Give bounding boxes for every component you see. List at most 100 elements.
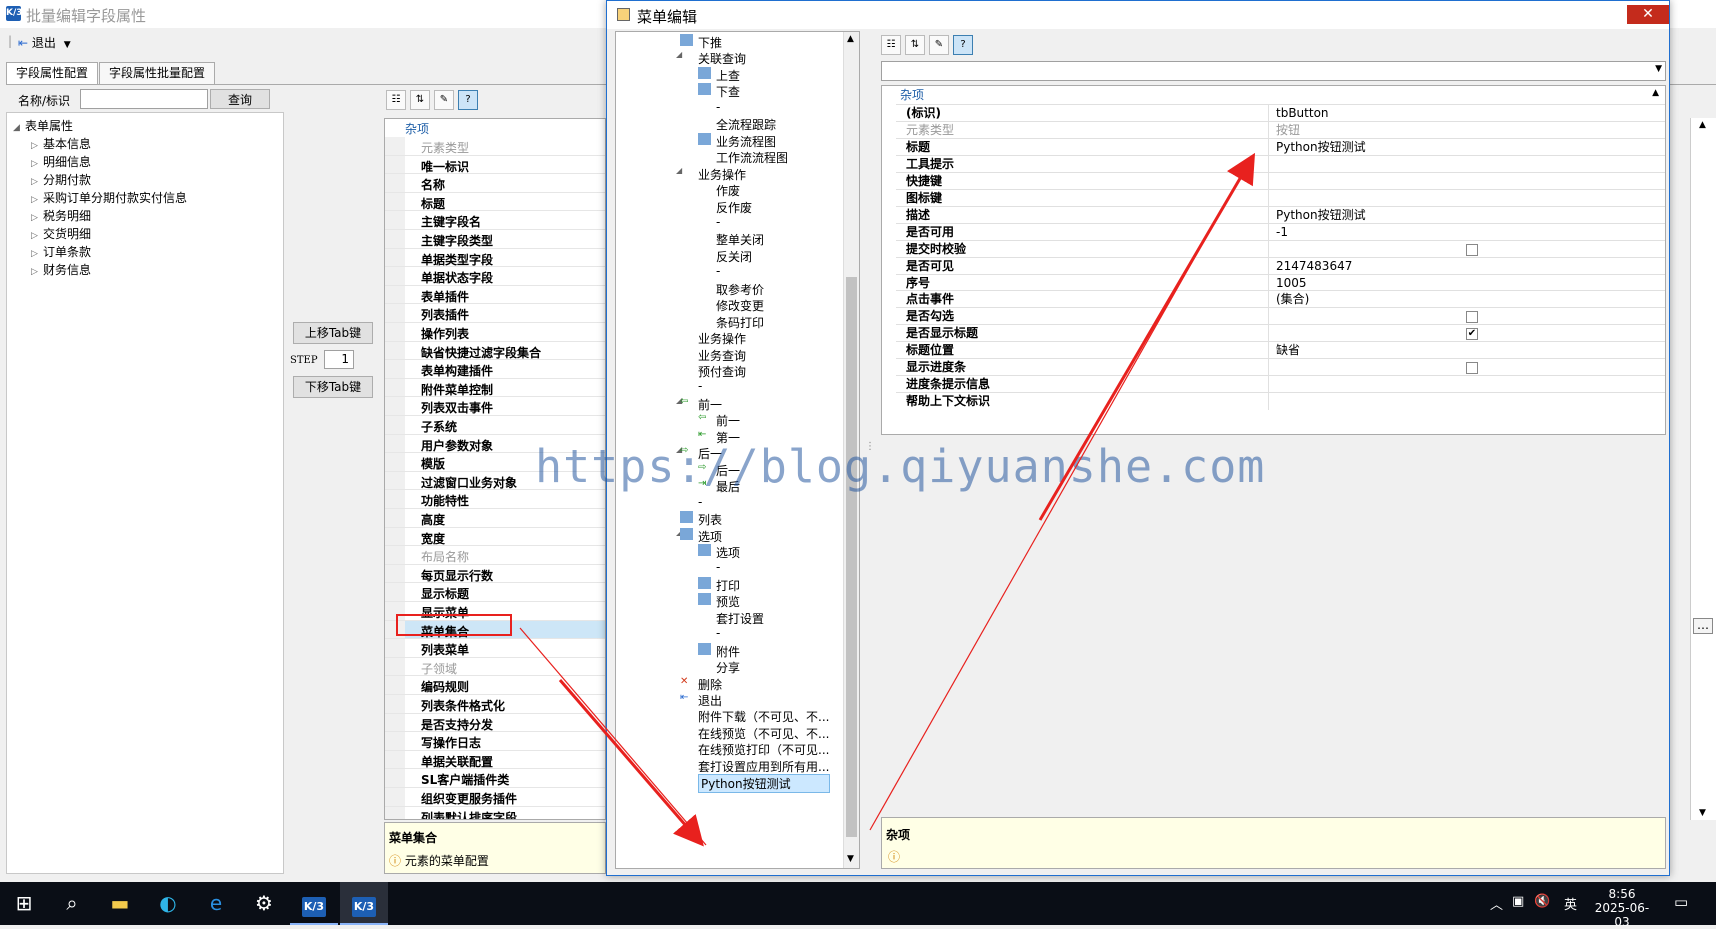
button-property-row[interactable]: 是否可见 2147483647 [896,256,1665,275]
menu-tree-item[interactable]: 整单关闭 [716,231,764,248]
tree-node[interactable]: ▷ 明细信息 [31,153,91,170]
button-property-value[interactable]: Python按钮测试 [1270,139,1665,156]
scroll-down-icon[interactable]: ▼ [847,854,854,864]
menu-tree-item[interactable]: 作废 [716,182,740,199]
k3-app-icon-active[interactable]: K/3 [340,882,388,925]
checkbox-checked[interactable]: ✔ [1466,328,1478,341]
menu-tree-item[interactable]: ⇤ 退出 [680,692,722,709]
button-property-value[interactable]: 按钮 [1270,122,1665,139]
button-property-row[interactable]: 描述 Python按钮测试 [896,205,1665,224]
menu-tree-item[interactable]: 在线预览打印（不可见... [698,741,829,758]
button-property-value[interactable] [1270,173,1665,190]
checkbox[interactable] [1466,243,1478,256]
button-property-row[interactable]: 显示进度条 [896,358,1665,377]
button-property-row[interactable]: 是否显示标题 ✔ [896,324,1665,343]
menu-tree-item[interactable]: - [698,495,702,509]
property-row[interactable]: 主键字段类型 [385,230,605,249]
notification-icon[interactable]: ▭ [1674,893,1688,911]
property-row[interactable]: 子领域 [385,657,605,677]
tree-node[interactable]: ▷ 财务信息 [31,261,91,278]
move-up-button[interactable]: 上移Tab键 [293,322,373,344]
button-property-value[interactable] [1270,308,1665,325]
step-input[interactable]: 1 [324,350,354,369]
expand-icon[interactable]: ◢ [676,166,682,175]
categorized-icon[interactable]: ☷ [881,35,901,55]
move-down-button[interactable]: 下移Tab键 [293,376,373,398]
button-property-row[interactable]: 进度条提示信息 [896,375,1665,394]
property-row[interactable]: 是否支持分发 [385,713,605,733]
tree-node[interactable]: ▷ 交货明细 [31,225,91,242]
menu-tree-item[interactable]: - [716,215,720,229]
button-property-row[interactable]: 帮助上下文标识 [896,392,1665,411]
property-row[interactable]: 高度 [385,509,605,528]
button-property-value[interactable]: -1 [1270,224,1665,241]
close-button[interactable]: ✕ [1627,5,1669,24]
sort-alpha-icon[interactable]: ⇅ [410,90,430,110]
help-icon[interactable]: ? [458,90,478,110]
tab-batch-config[interactable]: 字段属性批量配置 [99,62,216,84]
expand-icon[interactable]: ◢ [13,123,25,133]
property-row[interactable]: 列表菜单 [385,639,605,658]
help-icon[interactable]: ? [953,35,973,55]
button-property-value[interactable] [1270,359,1665,376]
property-row[interactable]: 表单构建插件 [385,360,605,379]
expand-arrow-icon[interactable]: ▷ [31,177,43,187]
menu-tree-item[interactable]: 附件 [698,642,740,660]
menu-tree-item[interactable]: 取参考价 [716,281,764,298]
checkbox[interactable] [1466,311,1478,324]
property-pages-icon[interactable]: ✎ [929,35,949,55]
clock[interactable]: 8:56 2025-06-03 [1590,887,1654,929]
exit-button[interactable]: ⇤ 退出 ▼ [18,34,71,51]
file-explorer-icon[interactable]: ▬ [96,882,144,925]
property-row[interactable]: 写操作日志 [385,732,605,751]
tree-root[interactable]: ◢ 表单属性 [13,117,73,134]
button-property-row[interactable]: 点击事件 (集合) [896,290,1665,309]
property-row[interactable]: 每页显示行数 [385,564,605,584]
menu-tree-item[interactable]: 上查 [698,66,740,84]
menu-tree-item[interactable]: - [698,379,702,393]
tree-node[interactable]: ▷ 基本信息 [31,135,91,152]
object-selector[interactable]: ▼ [881,61,1666,81]
property-row[interactable]: 显示标题 [385,583,605,602]
property-row[interactable]: 子系统 [385,416,605,435]
property-row[interactable]: 列表插件 [385,304,605,323]
edge-icon[interactable]: ◐ [144,882,192,925]
button-property-value[interactable]: 1005 [1270,275,1665,292]
property-row[interactable]: 附件菜单控制 [385,378,605,398]
button-property-value[interactable]: tbButton [1270,105,1665,122]
menu-tree-item[interactable]: 套打设置应用到所有用... [698,758,829,775]
menu-tree-item[interactable]: - [716,560,720,574]
property-row[interactable]: 列表双击事件 [385,397,605,416]
menu-tree-item[interactable]: ◢ 业务操作 [676,166,746,183]
button-property-row[interactable]: 元素类型 按钮 [896,120,1665,140]
ellipsis-button[interactable]: … [1693,618,1713,634]
menu-tree-item[interactable]: 全流程跟踪 [716,116,776,133]
menu-tree-item[interactable]: 打印 [698,576,740,594]
property-row[interactable]: 宽度 [385,527,605,547]
tray-chevron-icon[interactable]: ︿ [1490,894,1503,913]
network-icon[interactable]: ▣ [1512,894,1524,909]
button-property-value[interactable]: ✔ [1270,325,1665,342]
button-property-value[interactable] [1270,393,1665,410]
search-icon[interactable]: ⌕ [48,882,96,925]
menu-tree-item[interactable]: ✕ 删除 [680,676,722,693]
menu-tree-item[interactable]: 业务操作 [698,330,746,347]
ime-indicator[interactable]: 英 [1564,894,1577,913]
expand-arrow-icon[interactable]: ▷ [31,249,43,259]
property-row[interactable]: 元素类型 [385,137,605,156]
property-row[interactable]: 操作列表 [385,323,605,342]
windows-start-icon[interactable]: ⊞ [0,882,48,925]
menu-tree-item[interactable]: 列表 [680,511,722,528]
menu-tree-item[interactable]: ◢选项 [676,527,722,545]
property-row[interactable]: 标题 [385,192,605,212]
button-property-value[interactable] [1270,156,1665,173]
tree-node[interactable]: ▷ 分期付款 [31,171,91,188]
search-input[interactable] [80,89,208,109]
menu-tree-item[interactable]: - [716,626,720,640]
menu-tree-item[interactable]: - [716,264,720,278]
menu-tree-item[interactable]: 套打设置 [716,610,764,627]
button-property-row[interactable]: 序号 1005 [896,273,1665,292]
sort-alpha-icon[interactable]: ⇅ [905,35,925,55]
button-property-row[interactable]: 工具提示 [896,154,1665,174]
k3-app-icon[interactable]: K/3 [290,882,338,925]
